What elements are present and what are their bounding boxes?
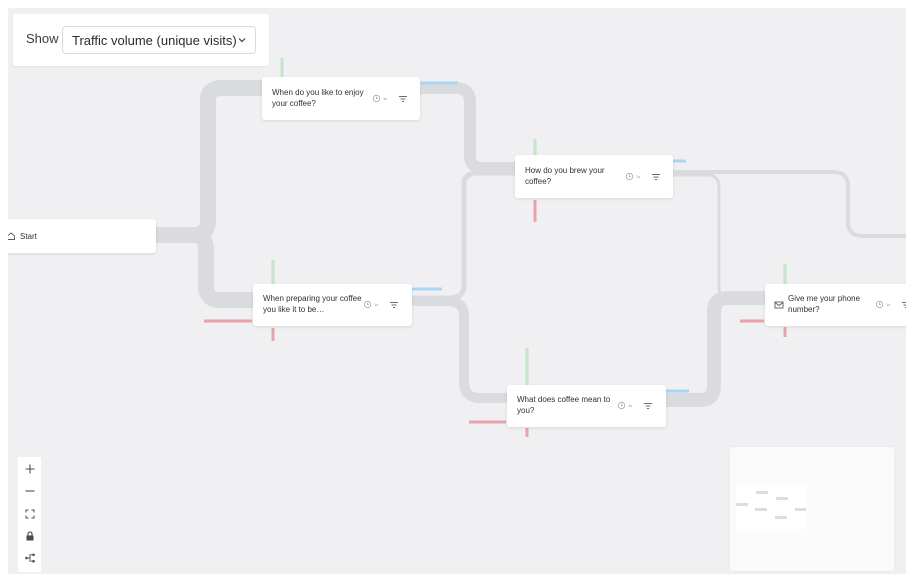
node-title: When preparing your coffee you like it t… bbox=[263, 294, 362, 314]
node-duration: 1s bbox=[625, 172, 640, 181]
minimap-node bbox=[755, 508, 767, 511]
minimap-node bbox=[795, 508, 806, 511]
metric-select-value: Traffic volume (unique visits) bbox=[72, 32, 237, 48]
node-start[interactable]: Start bbox=[8, 219, 156, 253]
minimap-node bbox=[776, 497, 788, 500]
node-duration: 1s bbox=[372, 94, 387, 103]
zoom-out-button[interactable] bbox=[21, 482, 38, 499]
node-title: What does coffee mean to you? bbox=[517, 395, 611, 415]
clock-icon bbox=[372, 94, 381, 103]
minimap-node bbox=[775, 516, 787, 519]
node-question-phone[interactable]: Give me your phone number? 1s bbox=[765, 284, 906, 326]
fit-view-button[interactable] bbox=[21, 505, 38, 522]
clock-icon bbox=[875, 300, 884, 309]
filter-icon[interactable] bbox=[651, 172, 661, 182]
clock-icon bbox=[363, 300, 372, 309]
minimap[interactable] bbox=[730, 447, 894, 571]
node-question-meaning[interactable]: What does coffee mean to you? 1s bbox=[507, 385, 666, 427]
node-question-enjoy[interactable]: When do you like to enjoy your coffee? 1… bbox=[262, 77, 420, 120]
metric-select[interactable]: Traffic volume (unique visits) bbox=[62, 26, 256, 54]
plus-icon bbox=[25, 464, 34, 473]
minimap-viewport[interactable] bbox=[736, 485, 806, 529]
clock-icon bbox=[617, 401, 626, 410]
auto-layout-button[interactable] bbox=[21, 549, 38, 566]
clock-icon bbox=[625, 172, 634, 181]
node-title: How do you brew your coffee? bbox=[525, 166, 605, 186]
node-title: Start bbox=[20, 232, 37, 241]
lock-button[interactable] bbox=[21, 527, 38, 544]
filter-icon[interactable] bbox=[389, 300, 399, 310]
filter-icon[interactable] bbox=[643, 401, 653, 411]
filter-icon[interactable] bbox=[398, 94, 408, 104]
node-title: When do you like to enjoy your coffee? bbox=[272, 88, 364, 108]
minimap-node bbox=[736, 503, 748, 506]
node-title: Give me your phone number? bbox=[788, 294, 861, 314]
node-question-brew[interactable]: How do you brew your coffee? 1s bbox=[515, 155, 673, 198]
zoom-in-button[interactable] bbox=[21, 460, 38, 477]
flow-canvas[interactable]: Show Traffic volume (unique visits) Star… bbox=[8, 8, 906, 574]
zoom-controls bbox=[18, 457, 41, 572]
minus-icon bbox=[25, 489, 34, 492]
fit-view-icon bbox=[25, 509, 34, 518]
chevron-down-icon bbox=[238, 38, 246, 43]
node-duration: 1s bbox=[617, 401, 632, 410]
tree-layout-icon bbox=[24, 553, 35, 562]
show-panel: Show Traffic volume (unique visits) bbox=[13, 14, 269, 66]
minimap-node bbox=[756, 491, 768, 494]
node-duration: 1s bbox=[875, 300, 890, 309]
node-question-preparing[interactable]: When preparing your coffee you like it t… bbox=[253, 284, 412, 326]
filter-icon[interactable] bbox=[901, 300, 906, 310]
show-label: Show bbox=[26, 31, 59, 46]
home-icon bbox=[8, 232, 15, 240]
mail-icon bbox=[774, 301, 784, 309]
lock-icon bbox=[26, 530, 33, 540]
node-duration: 1s bbox=[363, 300, 378, 309]
